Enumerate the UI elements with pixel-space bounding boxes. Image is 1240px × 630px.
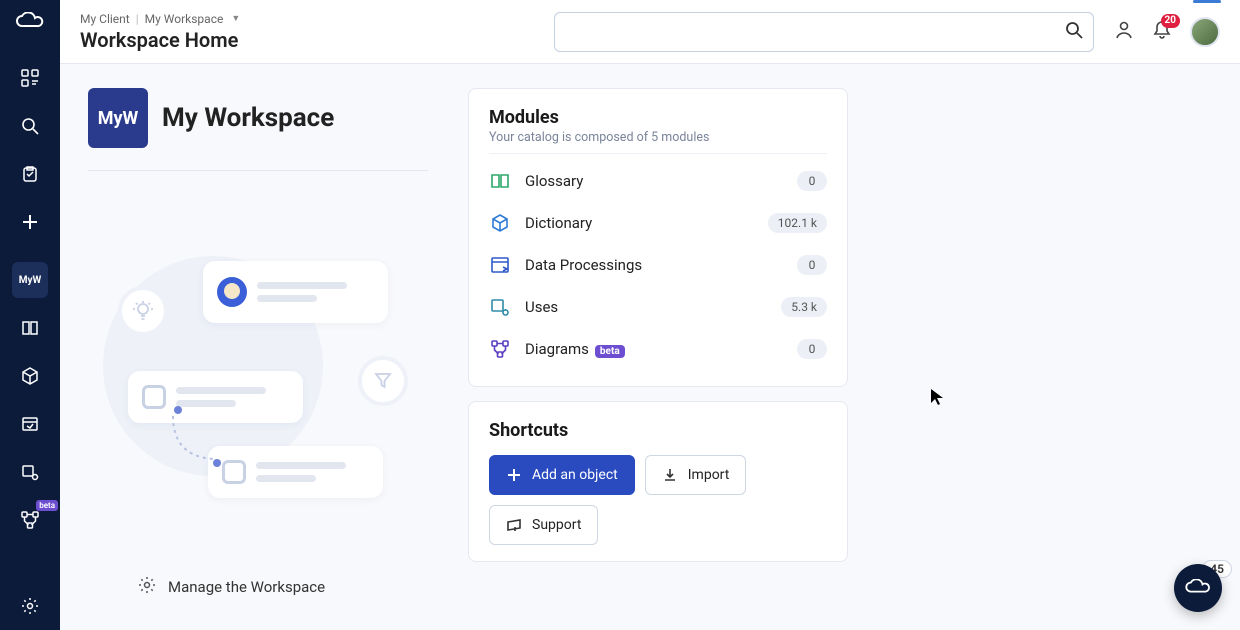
beta-badge: beta [595, 345, 625, 358]
main: My Client | My Workspace ▼ Workspace Hom… [60, 0, 1240, 630]
modules-subtitle: Your catalog is composed of 5 modules [489, 130, 827, 145]
page-title: Workspace Home [80, 28, 240, 52]
sidebar: MyW beta [0, 0, 60, 630]
nav-diagrams[interactable]: beta [12, 502, 48, 538]
cube-icon [489, 212, 511, 234]
nav-uses[interactable] [12, 454, 48, 490]
search-input[interactable] [565, 24, 1065, 40]
diagram-icon [489, 338, 511, 360]
window-icon [489, 254, 511, 276]
nav-processings[interactable] [12, 406, 48, 442]
nav-workspace-label: MyW [19, 275, 42, 286]
import-label: Import [688, 467, 730, 483]
book-icon [489, 170, 511, 192]
module-count: 0 [797, 171, 827, 191]
breadcrumb-client: My Client [80, 12, 130, 26]
nav-workspace[interactable]: MyW [12, 262, 48, 298]
add-object-button[interactable]: Add an object [489, 455, 635, 495]
workspace-name: My Workspace [162, 103, 334, 133]
profile-icon[interactable] [1114, 20, 1134, 44]
notifications-button[interactable]: 20 [1152, 20, 1172, 44]
search-input-wrapper[interactable] [554, 12, 1094, 52]
workspace-heading: MyW My Workspace [88, 88, 428, 171]
module-row-dictionary[interactable]: Dictionary 102.1 k [489, 202, 827, 244]
breadcrumb-workspace: My Workspace [145, 12, 224, 26]
nav-diagrams-beta-badge: beta [36, 500, 58, 511]
modules-card: Modules Your catalog is composed of 5 mo… [468, 88, 848, 387]
chat-bubble-button[interactable] [1174, 564, 1222, 612]
module-count: 102.1 k [768, 213, 827, 233]
nav-search[interactable] [12, 108, 48, 144]
nav-tasks[interactable] [12, 156, 48, 192]
workspace-badge: MyW [88, 88, 148, 148]
support-label: Support [532, 517, 581, 533]
shortcuts-card: Shortcuts Add an object Import Support [468, 401, 848, 562]
manage-workspace-link[interactable]: Manage the Workspace [138, 576, 428, 598]
breadcrumb-separator: | [136, 12, 139, 26]
notifications-badge: 20 [1161, 14, 1180, 28]
nav-settings[interactable] [12, 588, 48, 624]
module-row-processings[interactable]: Data Processings 0 [489, 244, 827, 286]
chevron-down-icon: ▼ [231, 13, 240, 24]
module-row-glossary[interactable]: Glossary 0 [489, 160, 827, 202]
filter-icon [358, 356, 408, 406]
import-button[interactable]: Import [645, 455, 747, 495]
nav-dashboard[interactable] [12, 60, 48, 96]
avatar[interactable] [1190, 17, 1220, 47]
module-row-diagrams[interactable]: Diagramsbeta 0 [489, 328, 827, 370]
breadcrumb[interactable]: My Client | My Workspace ▼ [80, 12, 240, 26]
content: MyW My Workspace [60, 64, 1240, 630]
search-icon[interactable] [1065, 21, 1083, 43]
module-count: 0 [797, 339, 827, 359]
nav-add[interactable] [12, 204, 48, 240]
module-count: 5.3 k [781, 297, 827, 317]
modules-title: Modules [489, 107, 827, 128]
uses-icon [489, 296, 511, 318]
app-logo-icon[interactable] [16, 12, 44, 36]
cursor-icon [930, 388, 944, 410]
support-button[interactable]: Support [489, 505, 598, 545]
bulb-icon [118, 286, 168, 336]
nav-glossary[interactable] [12, 310, 48, 346]
add-object-label: Add an object [532, 467, 618, 483]
workspace-illustration [88, 231, 398, 491]
module-count: 0 [797, 255, 827, 275]
shortcuts-title: Shortcuts [489, 420, 827, 441]
nav-dictionary[interactable] [12, 358, 48, 394]
manage-workspace-label: Manage the Workspace [168, 578, 325, 596]
module-row-uses[interactable]: Uses 5.3 k [489, 286, 827, 328]
gear-icon [138, 576, 156, 598]
avatar-active-indicator [1193, 0, 1221, 3]
header: My Client | My Workspace ▼ Workspace Hom… [60, 0, 1240, 64]
